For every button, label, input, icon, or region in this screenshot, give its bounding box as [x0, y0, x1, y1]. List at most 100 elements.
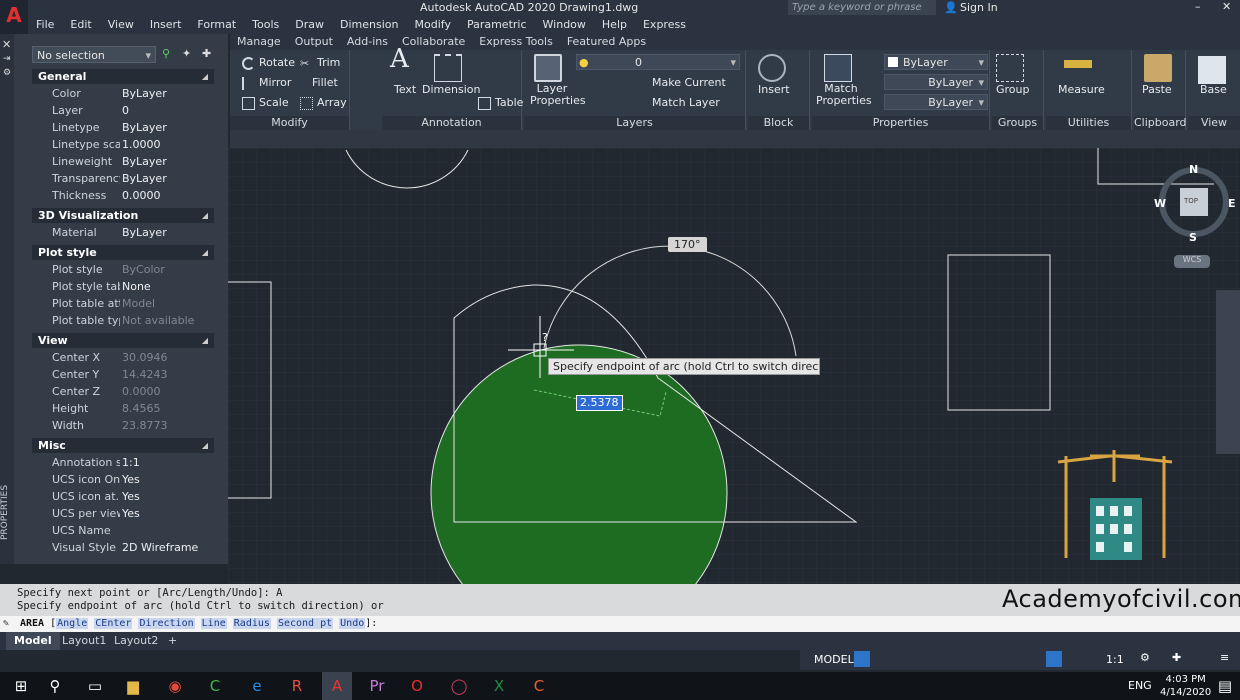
wrench-icon[interactable]: ✎ [3, 616, 9, 632]
tab-manage[interactable]: Manage [230, 34, 288, 50]
property-row[interactable]: UCS icon On Yes [32, 471, 214, 488]
tab-layout2[interactable]: Layout2 [106, 632, 166, 650]
opera-icon[interactable]: O [402, 672, 432, 700]
windows-start-icon[interactable]: ⊞ [6, 672, 36, 700]
property-row[interactable]: Plot style table None [32, 278, 214, 295]
viewcube-south[interactable]: S [1189, 231, 1197, 244]
select-objects-icon[interactable]: ✦ [182, 47, 191, 60]
property-row[interactable]: Transparency ByLayer [32, 170, 214, 187]
edge-icon[interactable]: e [242, 672, 272, 700]
close-icon[interactable]: ✕ [1222, 0, 1231, 13]
quick-select-icon[interactable]: ⚲ [162, 47, 170, 60]
menu-express[interactable]: Express [635, 16, 694, 34]
property-row[interactable]: UCS per view... Yes [32, 505, 214, 522]
text-button[interactable]: Text [394, 83, 416, 97]
grid-icon[interactable] [854, 651, 870, 667]
panel-title-clipboard[interactable]: Clipboard [1134, 116, 1187, 130]
notification-icon[interactable]: ▤ [1210, 672, 1240, 700]
match-properties-button[interactable]: Match Properties [816, 83, 872, 107]
property-row[interactable]: Center Z 0.0000 [32, 383, 214, 400]
property-row[interactable]: Color ByLayer [32, 85, 214, 102]
linetype-dropdown[interactable]: ByLayer [884, 74, 988, 91]
property-row[interactable]: Material ByLayer [32, 224, 214, 241]
property-row[interactable]: Plot table type Not available [32, 312, 214, 329]
file-explorer-icon[interactable]: ▆ [118, 672, 148, 700]
sign-in-link[interactable]: Sign In [960, 1, 998, 14]
clock[interactable]: 4:03 PM 4/14/2020 [1160, 673, 1211, 699]
property-row[interactable]: UCS icon at... Yes [32, 488, 214, 505]
menu-file[interactable]: File [28, 16, 62, 34]
panel-title-utilities[interactable]: Utilities [1046, 116, 1131, 130]
rotate-button[interactable]: Rotate [242, 56, 295, 70]
group-button[interactable]: Group [996, 83, 1030, 97]
scale-button[interactable]: Scale [242, 96, 289, 110]
annotation-scale-icon[interactable] [1046, 651, 1062, 667]
option-angle[interactable]: Angle [56, 618, 89, 629]
palette-settings-icon[interactable]: ⚙ [3, 68, 11, 78]
property-row[interactable]: Thickness 0.0000 [32, 187, 214, 204]
minimize-icon[interactable]: – [1195, 0, 1201, 13]
color-dropdown[interactable]: ByLayer [884, 54, 988, 71]
section-2[interactable]: Plot style [32, 245, 214, 260]
property-row[interactable]: Lineweight ByLayer [32, 153, 214, 170]
chrome-icon[interactable]: ◉ [160, 672, 190, 700]
premiere-icon[interactable]: Pr [362, 672, 392, 700]
option-direction[interactable]: Direction [138, 618, 195, 629]
customize-icon[interactable]: ≡ [1220, 651, 1229, 664]
annotation-scale-value[interactable]: 1:1 [1106, 653, 1124, 666]
menu-format[interactable]: Format [189, 16, 244, 34]
search-input[interactable]: Type a keyword or phrase [788, 0, 936, 15]
make-current-button[interactable]: Make Current [652, 76, 726, 90]
panel-title-groups[interactable]: Groups [992, 116, 1043, 130]
paste-button[interactable]: Paste [1142, 83, 1172, 97]
option-radius[interactable]: Radius [232, 618, 271, 629]
menu-window[interactable]: Window [535, 16, 594, 34]
section-4[interactable]: Misc [32, 438, 214, 453]
language-indicator[interactable]: ENG [1128, 679, 1152, 692]
property-row[interactable]: Height 8.4565 [32, 400, 214, 417]
viewcube-north[interactable]: N [1189, 163, 1198, 176]
tab-output[interactable]: Output [288, 34, 340, 50]
property-row[interactable]: Layer 0 [32, 102, 214, 119]
text-icon[interactable]: A [390, 46, 409, 72]
tab-add-ins[interactable]: Add-ins [340, 34, 395, 50]
app-icon[interactable]: C [524, 672, 554, 700]
property-row[interactable]: Linetype ByLayer [32, 119, 214, 136]
layer-dropdown[interactable]: ● 0 [576, 54, 740, 71]
viewcube-east[interactable]: E [1228, 197, 1236, 210]
property-row[interactable]: UCS Name [32, 522, 214, 539]
palette-autohide-icon[interactable]: ⇥ [3, 54, 11, 64]
task-view-icon[interactable]: ▭ [80, 672, 110, 700]
option-second-pt[interactable]: Second pt [276, 618, 334, 629]
drawing-canvas[interactable]: ? 170° Specify endpoint of arc (hold Ctr… [228, 148, 1240, 642]
menu-edit[interactable]: Edit [62, 16, 99, 34]
property-row[interactable]: Center Y 14.4243 [32, 366, 214, 383]
camtasia-icon[interactable]: C [200, 672, 230, 700]
panel-title-properties[interactable]: Properties [812, 116, 989, 130]
panel-title-modify[interactable]: Modify [230, 116, 349, 130]
section-3[interactable]: View [32, 333, 214, 348]
tab-express-tools[interactable]: Express Tools [472, 34, 560, 50]
panel-title-layers[interactable]: Layers [524, 116, 745, 130]
model-space-button[interactable]: MODEL [814, 653, 854, 666]
array-button[interactable]: Array [300, 96, 347, 110]
selection-dropdown[interactable]: No selection ▾ [32, 46, 156, 63]
plus-icon[interactable]: ✚ [1172, 651, 1181, 664]
layer-properties-button[interactable]: Layer Properties [530, 83, 586, 107]
property-row[interactable]: Center X 30.0946 [32, 349, 214, 366]
menu-insert[interactable]: Insert [142, 16, 190, 34]
section-0[interactable]: General [32, 69, 214, 84]
menu-parametric[interactable]: Parametric [459, 16, 535, 34]
section-1[interactable]: 3D Visualization [32, 208, 214, 223]
table-button[interactable]: Table [478, 96, 523, 110]
revit-icon[interactable]: R [282, 672, 312, 700]
dynamic-input-field[interactable]: 2.5378 [576, 395, 623, 411]
option-line[interactable]: Line [200, 618, 227, 629]
panel-title-annotation[interactable]: Annotation [382, 116, 521, 130]
option-undo[interactable]: Undo [339, 618, 366, 629]
menu-help[interactable]: Help [594, 16, 635, 34]
menu-draw[interactable]: Draw [287, 16, 332, 34]
tab-featured-apps[interactable]: Featured Apps [560, 34, 653, 50]
property-row[interactable]: Width 23.8773 [32, 417, 214, 434]
property-row[interactable]: Linetype scale 1.0000 [32, 136, 214, 153]
